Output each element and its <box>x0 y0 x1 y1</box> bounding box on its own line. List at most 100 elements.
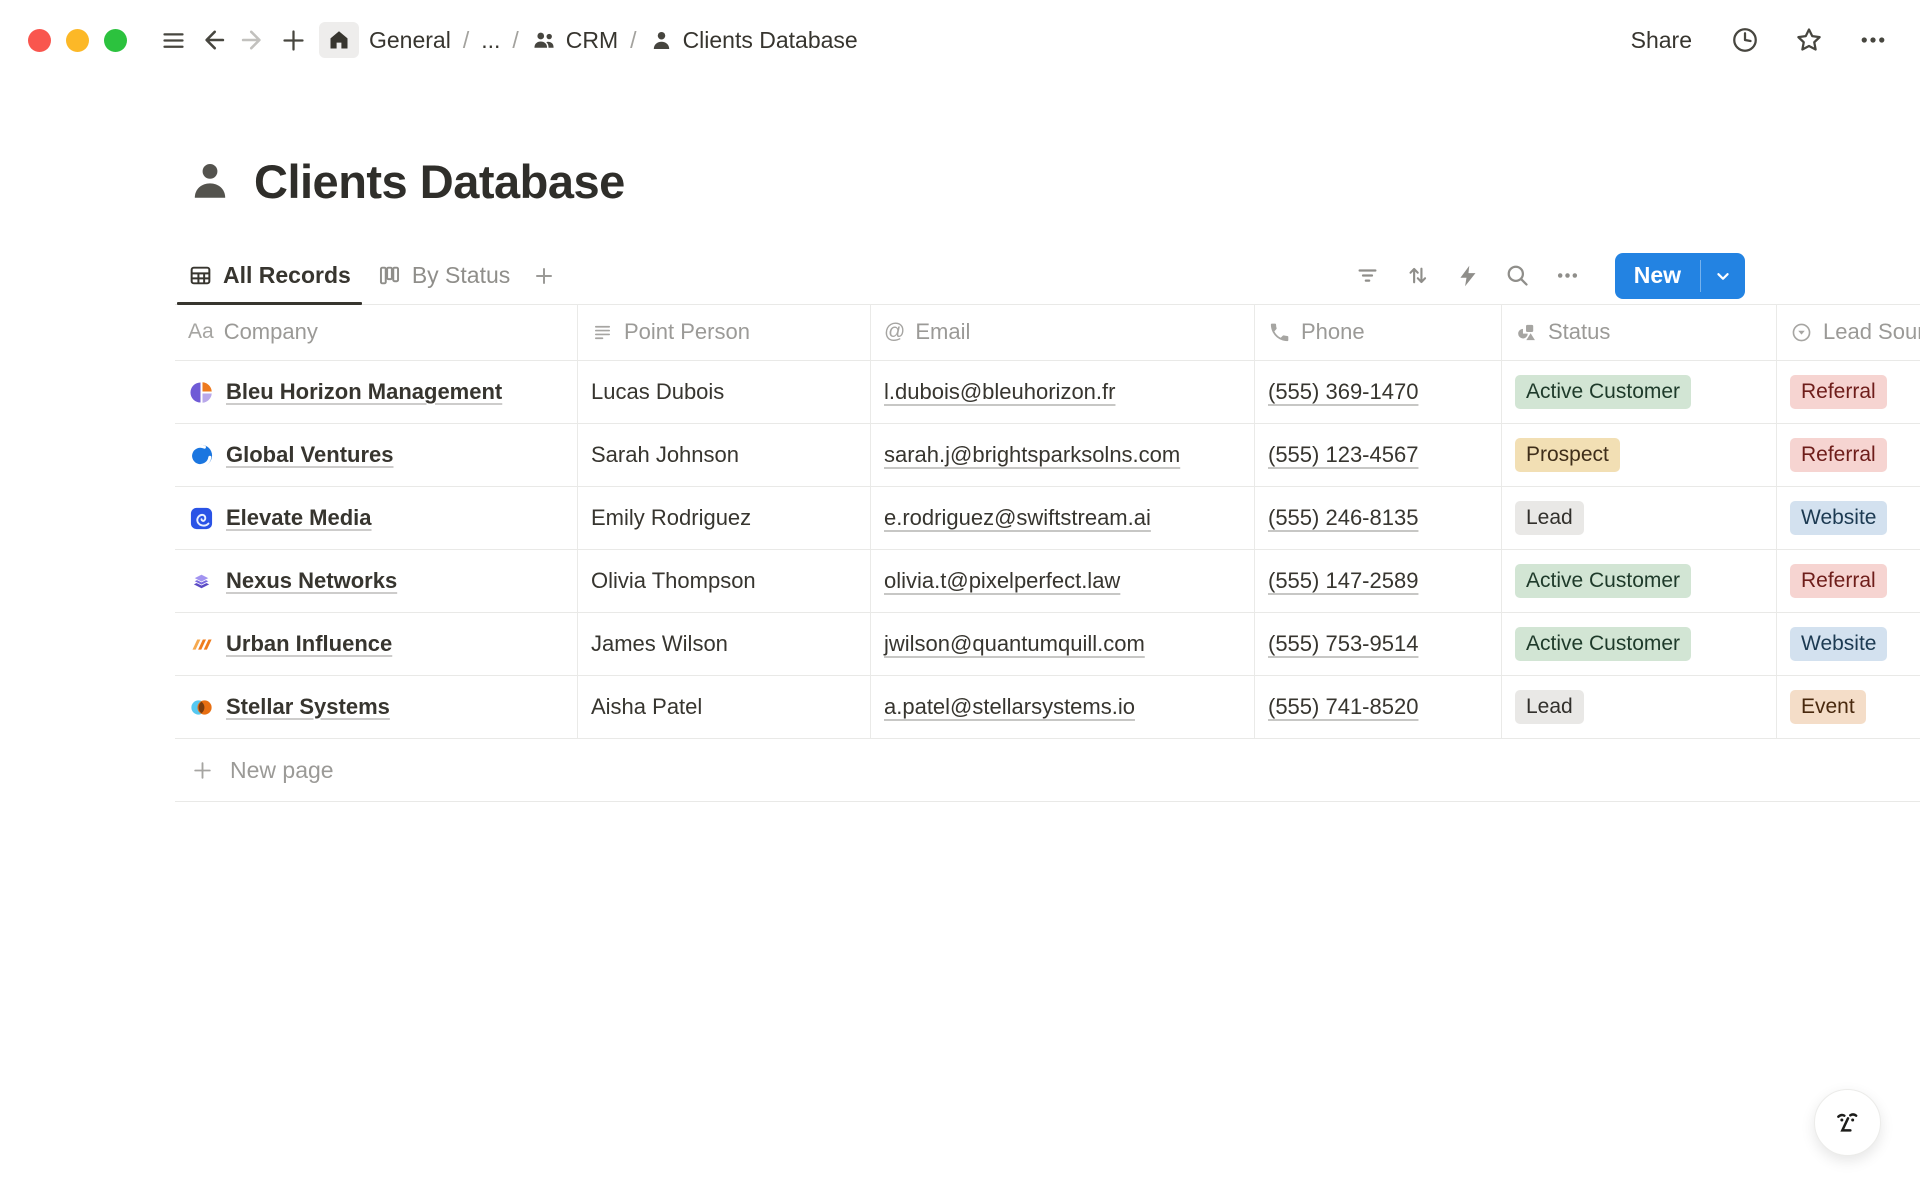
lead-source-cell[interactable]: Referral <box>1777 361 1920 423</box>
phone-link[interactable]: (555) 741-8520 <box>1268 694 1418 720</box>
phone-link[interactable]: (555) 369-1470 <box>1268 379 1418 405</box>
company-name[interactable]: Bleu Horizon Management <box>226 379 502 405</box>
notion-window: General / ... / CRM / Clients Database S… <box>0 0 1920 1200</box>
phone-cell[interactable]: (555) 123-4567 <box>1255 424 1502 486</box>
email-cell[interactable]: e.rodriguez@swiftstream.ai <box>871 487 1255 549</box>
sort-button[interactable] <box>1399 257 1437 295</box>
email-link[interactable]: l.dubois@bleuhorizon.fr <box>884 379 1115 405</box>
new-tab-button[interactable] <box>273 20 313 60</box>
company-cell[interactable]: Stellar Systems <box>175 676 578 738</box>
column-header-lead-source[interactable]: Lead Source <box>1777 304 1920 360</box>
breadcrumb-item-clients-database[interactable]: Clients Database <box>641 23 866 58</box>
search-button[interactable] <box>1499 257 1537 295</box>
sidebar-toggle-button[interactable] <box>153 20 193 60</box>
sort-arrows-icon <box>1404 262 1431 289</box>
email-link[interactable]: sarah.j@brightsparksolns.com <box>884 442 1180 468</box>
email-link[interactable]: olivia.t@pixelperfect.law <box>884 568 1120 594</box>
point-person-cell[interactable]: Emily Rodriguez <box>578 487 871 549</box>
status-cell[interactable]: Lead <box>1502 676 1777 738</box>
zoom-window-button[interactable] <box>104 29 127 52</box>
status-cell[interactable]: Active Customer <box>1502 613 1777 675</box>
column-header-phone[interactable]: Phone <box>1255 304 1502 360</box>
company-name[interactable]: Global Ventures <box>226 442 394 468</box>
back-button[interactable] <box>193 20 233 60</box>
email-link[interactable]: jwilson@quantumquill.com <box>884 631 1145 657</box>
breadcrumb-home-button[interactable] <box>319 22 359 58</box>
lead-source-cell[interactable]: Referral <box>1777 550 1920 612</box>
automations-button[interactable] <box>1449 257 1487 295</box>
view-controls: New <box>1349 253 1745 299</box>
column-header-status[interactable]: Status <box>1502 304 1777 360</box>
page-person-icon[interactable] <box>186 157 234 205</box>
company-cell[interactable]: Bleu Horizon Management <box>175 361 578 423</box>
column-header-point-person[interactable]: Point Person <box>578 304 871 360</box>
email-cell[interactable]: olivia.t@pixelperfect.law <box>871 550 1255 612</box>
company-name[interactable]: Urban Influence <box>226 631 392 657</box>
forward-button[interactable] <box>233 20 273 60</box>
column-header-company[interactable]: Aa Company <box>175 304 578 360</box>
company-cell[interactable]: Global Ventures <box>175 424 578 486</box>
point-person-cell[interactable]: Sarah Johnson <box>578 424 871 486</box>
column-header-email[interactable]: @ Email <box>871 304 1255 360</box>
phone-cell[interactable]: (555) 147-2589 <box>1255 550 1502 612</box>
select-icon <box>1790 321 1813 344</box>
new-page-row[interactable]: New page <box>175 739 1920 802</box>
phone-link[interactable]: (555) 246-8135 <box>1268 505 1418 531</box>
email-cell[interactable]: jwilson@quantumquill.com <box>871 613 1255 675</box>
phone-cell[interactable]: (555) 753-9514 <box>1255 613 1502 675</box>
point-person-cell[interactable]: James Wilson <box>578 613 871 675</box>
company-name[interactable]: Elevate Media <box>226 505 372 531</box>
history-button[interactable] <box>1728 20 1762 60</box>
company-cell[interactable]: Urban Influence <box>175 613 578 675</box>
point-person-cell[interactable]: Aisha Patel <box>578 676 871 738</box>
email-cell[interactable]: a.patel@stellarsystems.io <box>871 676 1255 738</box>
status-badge: Lead <box>1515 690 1584 723</box>
page-title[interactable]: Clients Database <box>254 154 625 209</box>
new-record-dropdown-button[interactable] <box>1701 253 1745 299</box>
favorite-button[interactable] <box>1792 20 1826 60</box>
status-cell[interactable]: Active Customer <box>1502 361 1777 423</box>
new-record-button[interactable]: New <box>1615 253 1700 299</box>
point-person-cell[interactable]: Olivia Thompson <box>578 550 871 612</box>
company-cell[interactable]: Elevate Media <box>175 487 578 549</box>
point-person-cell[interactable]: Lucas Dubois <box>578 361 871 423</box>
status-cell[interactable]: Prospect <box>1502 424 1777 486</box>
view-more-button[interactable] <box>1549 257 1587 295</box>
phone-cell[interactable]: (555) 369-1470 <box>1255 361 1502 423</box>
phone-cell[interactable]: (555) 741-8520 <box>1255 676 1502 738</box>
email-link[interactable]: a.patel@stellarsystems.io <box>884 694 1135 720</box>
email-link[interactable]: e.rodriguez@swiftstream.ai <box>884 505 1151 531</box>
lead-source-cell[interactable]: Website <box>1777 613 1920 675</box>
text-lines-icon <box>591 321 614 344</box>
minimize-window-button[interactable] <box>66 29 89 52</box>
lead-source-cell[interactable]: Event <box>1777 676 1920 738</box>
email-cell[interactable]: sarah.j@brightsparksolns.com <box>871 424 1255 486</box>
phone-link[interactable]: (555) 147-2589 <box>1268 568 1418 594</box>
phone-cell[interactable]: (555) 246-8135 <box>1255 487 1502 549</box>
more-options-button[interactable] <box>1856 20 1890 60</box>
status-cell[interactable]: Lead <box>1502 487 1777 549</box>
lead-source-cell[interactable]: Referral <box>1777 424 1920 486</box>
tab-by-status[interactable]: By Status <box>364 247 523 304</box>
breadcrumb-item-general[interactable]: General <box>361 23 459 58</box>
filter-button[interactable] <box>1349 257 1387 295</box>
breadcrumb-label: Clients Database <box>683 27 858 54</box>
breadcrumb-item-crm[interactable]: CRM <box>523 23 626 58</box>
column-label: Email <box>915 319 970 345</box>
at-sign-icon: @ <box>884 320 905 344</box>
share-button[interactable]: Share <box>1625 23 1698 58</box>
add-view-button[interactable] <box>523 255 565 297</box>
company-cell[interactable]: Nexus Networks <box>175 550 578 612</box>
lead-source-cell[interactable]: Website <box>1777 487 1920 549</box>
close-window-button[interactable] <box>28 29 51 52</box>
email-cell[interactable]: l.dubois@bleuhorizon.fr <box>871 361 1255 423</box>
breadcrumb-item-ellipsis[interactable]: ... <box>473 23 508 58</box>
company-name[interactable]: Stellar Systems <box>226 694 390 720</box>
status-cell[interactable]: Active Customer <box>1502 550 1777 612</box>
tab-all-records[interactable]: All Records <box>175 247 364 304</box>
column-label: Lead Source <box>1823 319 1920 345</box>
phone-link[interactable]: (555) 123-4567 <box>1268 442 1418 468</box>
phone-link[interactable]: (555) 753-9514 <box>1268 631 1418 657</box>
notion-ai-button[interactable] <box>1814 1089 1881 1156</box>
company-name[interactable]: Nexus Networks <box>226 568 397 594</box>
